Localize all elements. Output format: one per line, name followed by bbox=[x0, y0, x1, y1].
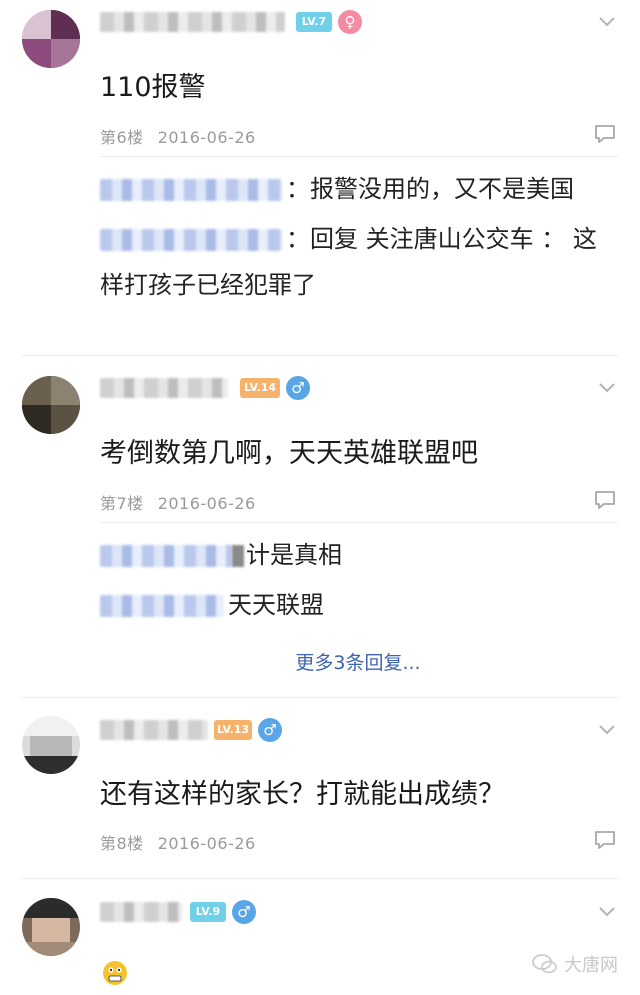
reply-text: ：报警没用的，又不是美国 bbox=[286, 175, 574, 203]
divider bbox=[100, 156, 618, 157]
comment-meta: 第6楼 2016-06-26 bbox=[100, 124, 256, 148]
post-divider bbox=[22, 697, 618, 698]
comment-date: 2016-06-26 bbox=[157, 494, 256, 513]
floor-number: 第7楼 bbox=[100, 494, 144, 513]
reply-comment-icon[interactable] bbox=[594, 490, 616, 510]
level-badge: LV.7 bbox=[296, 12, 332, 32]
watermark: 大唐网 bbox=[532, 951, 618, 977]
male-icon: ♂ bbox=[258, 718, 282, 742]
reply-item[interactable]: 计是真相 bbox=[100, 532, 620, 578]
username-blurred[interactable] bbox=[100, 720, 208, 740]
reply-username-blurred[interactable] bbox=[100, 229, 282, 251]
username-blurred[interactable] bbox=[100, 378, 228, 398]
floor-number: 第6楼 bbox=[100, 128, 144, 147]
avatar[interactable] bbox=[22, 898, 80, 956]
comment-date: 2016-06-26 bbox=[157, 128, 256, 147]
reply-item[interactable]: ：报警没用的，又不是美国 bbox=[100, 166, 620, 212]
reply-text: 计是真相 bbox=[246, 541, 342, 569]
post-divider bbox=[22, 878, 618, 879]
male-icon: ♂ bbox=[286, 376, 310, 400]
watermark-text: 大唐网 bbox=[564, 955, 618, 976]
reply-username-blurred[interactable] bbox=[100, 179, 282, 201]
divider bbox=[100, 522, 618, 523]
chevron-down-icon[interactable] bbox=[598, 382, 616, 394]
reply-comment-icon[interactable] bbox=[594, 124, 616, 144]
reply-item[interactable]: ：回复 关注唐山公交车 ： 这样打孩子已经犯罪了 bbox=[100, 216, 620, 308]
avatar[interactable] bbox=[22, 10, 80, 68]
comment-content: 考倒数第几啊，天天英雄联盟吧 bbox=[100, 438, 478, 469]
male-icon: ♂ bbox=[232, 900, 256, 924]
post-divider bbox=[22, 355, 618, 356]
reply-username-blurred[interactable] bbox=[100, 595, 224, 617]
avatar[interactable] bbox=[22, 716, 80, 774]
username-blurred[interactable] bbox=[100, 12, 285, 32]
level-badge: LV.9 bbox=[190, 902, 226, 922]
reply-comment-icon[interactable] bbox=[594, 830, 616, 850]
reply-text: 天天联盟 bbox=[228, 591, 324, 619]
comment-meta: 第7楼 2016-06-26 bbox=[100, 490, 256, 514]
reply-username-blurred[interactable] bbox=[100, 545, 232, 567]
comment-content: 110报警 bbox=[100, 72, 206, 103]
wechat-icon bbox=[532, 954, 557, 974]
comment-meta: 第8楼 2016-06-26 bbox=[100, 830, 256, 854]
more-replies-link[interactable]: 更多3条回复... bbox=[0, 648, 640, 675]
reply-item[interactable]: 天天联盟 bbox=[100, 582, 620, 628]
level-badge: LV.14 bbox=[240, 378, 280, 398]
floor-number: 第8楼 bbox=[100, 834, 144, 853]
comment-content: 还有这样的家长？打就能出成绩？ bbox=[100, 779, 505, 810]
chevron-down-icon[interactable] bbox=[598, 906, 616, 918]
avatar[interactable] bbox=[22, 376, 80, 434]
emoji-icon bbox=[103, 961, 127, 985]
level-badge: LV.13 bbox=[214, 720, 252, 740]
reply-username-blurred[interactable] bbox=[232, 545, 244, 567]
comment-date: 2016-06-26 bbox=[157, 834, 256, 853]
female-icon: ♀ bbox=[338, 10, 362, 34]
chevron-down-icon[interactable] bbox=[598, 724, 616, 736]
chevron-down-icon[interactable] bbox=[598, 16, 616, 28]
username-blurred[interactable] bbox=[100, 902, 182, 922]
